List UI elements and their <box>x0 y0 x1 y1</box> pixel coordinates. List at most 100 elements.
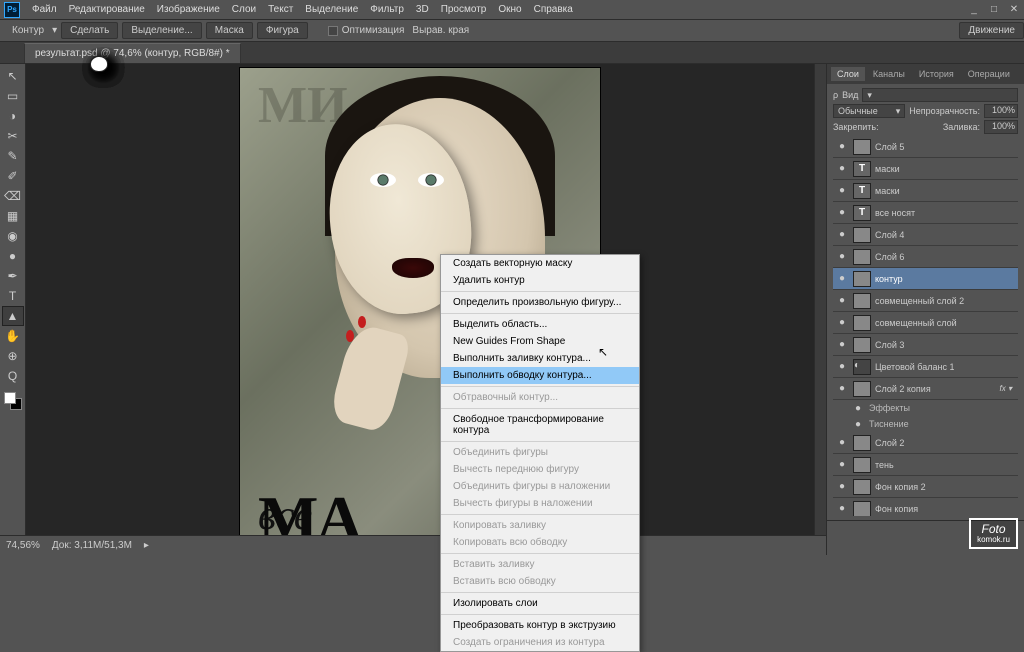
blend-mode[interactable]: Обычные▾ <box>833 104 905 118</box>
visibility-icon[interactable]: ● <box>835 229 849 240</box>
tool-13[interactable]: ✋ <box>2 326 24 346</box>
visibility-icon[interactable]: ● <box>835 459 849 470</box>
context-item[interactable]: Выполнить заливку контура... <box>441 350 639 367</box>
close-button[interactable]: ✕ <box>1004 2 1024 18</box>
opt-make[interactable]: Сделать <box>61 22 118 39</box>
context-item[interactable]: Изолировать слои <box>441 595 639 612</box>
auto-opt[interactable]: Оптимизация <box>328 25 405 36</box>
context-item[interactable]: Определить произвольную фигуру... <box>441 294 639 311</box>
menu-Файл[interactable]: Файл <box>26 2 63 17</box>
layer-row[interactable]: ●тень <box>833 454 1018 476</box>
menu-Выделение[interactable]: Выделение <box>299 2 364 17</box>
workspace-switcher[interactable]: Движение <box>959 22 1024 39</box>
panel-tab-Каналы[interactable]: Каналы <box>867 67 911 81</box>
context-item[interactable]: New Guides From Shape <box>441 333 639 350</box>
visibility-icon[interactable]: ● <box>835 317 849 328</box>
visibility-icon[interactable]: ● <box>835 163 849 174</box>
layer-row[interactable]: ●Слой 5 <box>833 136 1018 158</box>
opt-mask[interactable]: Маска <box>206 22 253 39</box>
layer-row[interactable]: ●Слой 2 <box>833 432 1018 454</box>
opt-shape[interactable]: Фигура <box>257 22 308 39</box>
layer-row[interactable]: ●Слой 4 <box>833 224 1018 246</box>
visibility-icon[interactable]: ● <box>835 295 849 306</box>
menu-Слои[interactable]: Слои <box>226 2 262 17</box>
tool-4[interactable]: ✎ <box>2 146 24 166</box>
layer-row[interactable]: ●Фон копия 2 <box>833 476 1018 498</box>
tool-9[interactable]: ● <box>2 246 24 266</box>
menu-Изображение[interactable]: Изображение <box>151 2 226 17</box>
document-tab-bar: результат.psd @ 74,6% (контур, RGB/8#) * <box>0 42 1024 64</box>
visibility-icon[interactable]: ● <box>835 383 849 394</box>
tool-8[interactable]: ◉ <box>2 226 24 246</box>
tool-10[interactable]: ✒ <box>2 266 24 286</box>
panel-tab-Операции[interactable]: Операции <box>962 67 1016 81</box>
layer-row[interactable]: ●Слой 3 <box>833 334 1018 356</box>
visibility-icon[interactable]: ● <box>835 251 849 262</box>
canvas-area[interactable]: МИ все МА <box>26 64 814 555</box>
layer-row[interactable]: ●Tмаски <box>833 180 1018 202</box>
menu-Справка[interactable]: Справка <box>528 2 579 17</box>
opt-selection[interactable]: Выделение... <box>122 22 201 39</box>
layer-filter[interactable]: ▾ <box>862 88 1018 102</box>
menu-Текст[interactable]: Текст <box>262 2 299 17</box>
menu-3D[interactable]: 3D <box>410 2 435 17</box>
visibility-icon[interactable]: ● <box>835 207 849 218</box>
context-item: Вычесть переднюю фигуру <box>441 461 639 478</box>
tool-6[interactable]: ⌫ <box>2 186 24 206</box>
tool-3[interactable]: ✂ <box>2 126 24 146</box>
layer-row[interactable]: ●совмещенный слой <box>833 312 1018 334</box>
layer-row[interactable]: ●Слой 6 <box>833 246 1018 268</box>
opacity-value[interactable]: 100% <box>984 104 1018 118</box>
visibility-icon[interactable]: ● <box>835 437 849 448</box>
document-tab[interactable]: результат.psd @ 74,6% (контур, RGB/8#) * <box>24 43 241 63</box>
color-swatch[interactable] <box>4 392 22 410</box>
layer-row[interactable]: ●Фон копия <box>833 498 1018 516</box>
tool-2[interactable]: ◑ <box>2 106 24 126</box>
context-item[interactable]: Свободное трансформирование контура <box>441 411 639 439</box>
visibility-icon[interactable]: ● <box>835 503 849 514</box>
layer-row[interactable]: ●◐Цветовой баланс 1 <box>833 356 1018 378</box>
tool-7[interactable]: ▦ <box>2 206 24 226</box>
context-item: Копировать всю обводку <box>441 534 639 551</box>
layer-row[interactable]: ●контур <box>833 268 1018 290</box>
visibility-icon[interactable]: ● <box>835 339 849 350</box>
tool-0[interactable]: ↖ <box>2 66 24 86</box>
doc-size: Док: 3,11M/51,3M <box>52 540 132 551</box>
menu-Редактирование[interactable]: Редактирование <box>63 2 151 17</box>
menu-Окно[interactable]: Окно <box>492 2 527 17</box>
visibility-icon[interactable]: ● <box>835 141 849 152</box>
layer-effect[interactable]: ●Тиснение <box>833 416 1018 432</box>
layer-row[interactable]: ●Tвсе носят <box>833 202 1018 224</box>
zoom-level[interactable]: 74,56% <box>6 540 40 551</box>
tool-14[interactable]: ⊕ <box>2 346 24 366</box>
layer-list[interactable]: ●Слой 5●Tмаски●Tмаски●Tвсе носят●Слой 4●… <box>833 136 1018 516</box>
tool-11[interactable]: T <box>2 286 24 306</box>
opacity-label: Непрозрачность: <box>909 106 980 116</box>
dock-strip[interactable] <box>814 64 826 555</box>
context-item[interactable]: Выделить область... <box>441 316 639 333</box>
tool-15[interactable]: Q <box>2 366 24 386</box>
visibility-icon[interactable]: ● <box>835 273 849 284</box>
tool-1[interactable]: ▭ <box>2 86 24 106</box>
context-item[interactable]: Преобразовать контур в экструзию <box>441 617 639 634</box>
fill-value[interactable]: 100% <box>984 120 1018 134</box>
menu-Фильтр[interactable]: Фильтр <box>364 2 410 17</box>
context-item[interactable]: Удалить контур <box>441 272 639 289</box>
panel-tab-История[interactable]: История <box>913 67 960 81</box>
maximize-button[interactable]: □ <box>984 2 1004 18</box>
visibility-icon[interactable]: ● <box>835 185 849 196</box>
tool-5[interactable]: ✐ <box>2 166 24 186</box>
tool-12[interactable]: ▲ <box>2 306 24 326</box>
menu-Просмотр[interactable]: Просмотр <box>435 2 493 17</box>
minimize-button[interactable]: _ <box>964 2 984 18</box>
layer-row[interactable]: ●Слой 2 копияfx ▾ <box>833 378 1018 400</box>
layer-row[interactable]: ●совмещенный слой 2 <box>833 290 1018 312</box>
panel-tab-Слои[interactable]: Слои <box>831 67 865 81</box>
visibility-icon[interactable]: ● <box>835 361 849 372</box>
context-item[interactable]: Выполнить обводку контура... <box>441 367 639 384</box>
layer-row[interactable]: ●Tмаски <box>833 158 1018 180</box>
fill-label: Заливка: <box>943 122 980 132</box>
context-item[interactable]: Создать векторную маску <box>441 255 639 272</box>
layer-effect[interactable]: ●Эффекты <box>833 400 1018 416</box>
visibility-icon[interactable]: ● <box>835 481 849 492</box>
